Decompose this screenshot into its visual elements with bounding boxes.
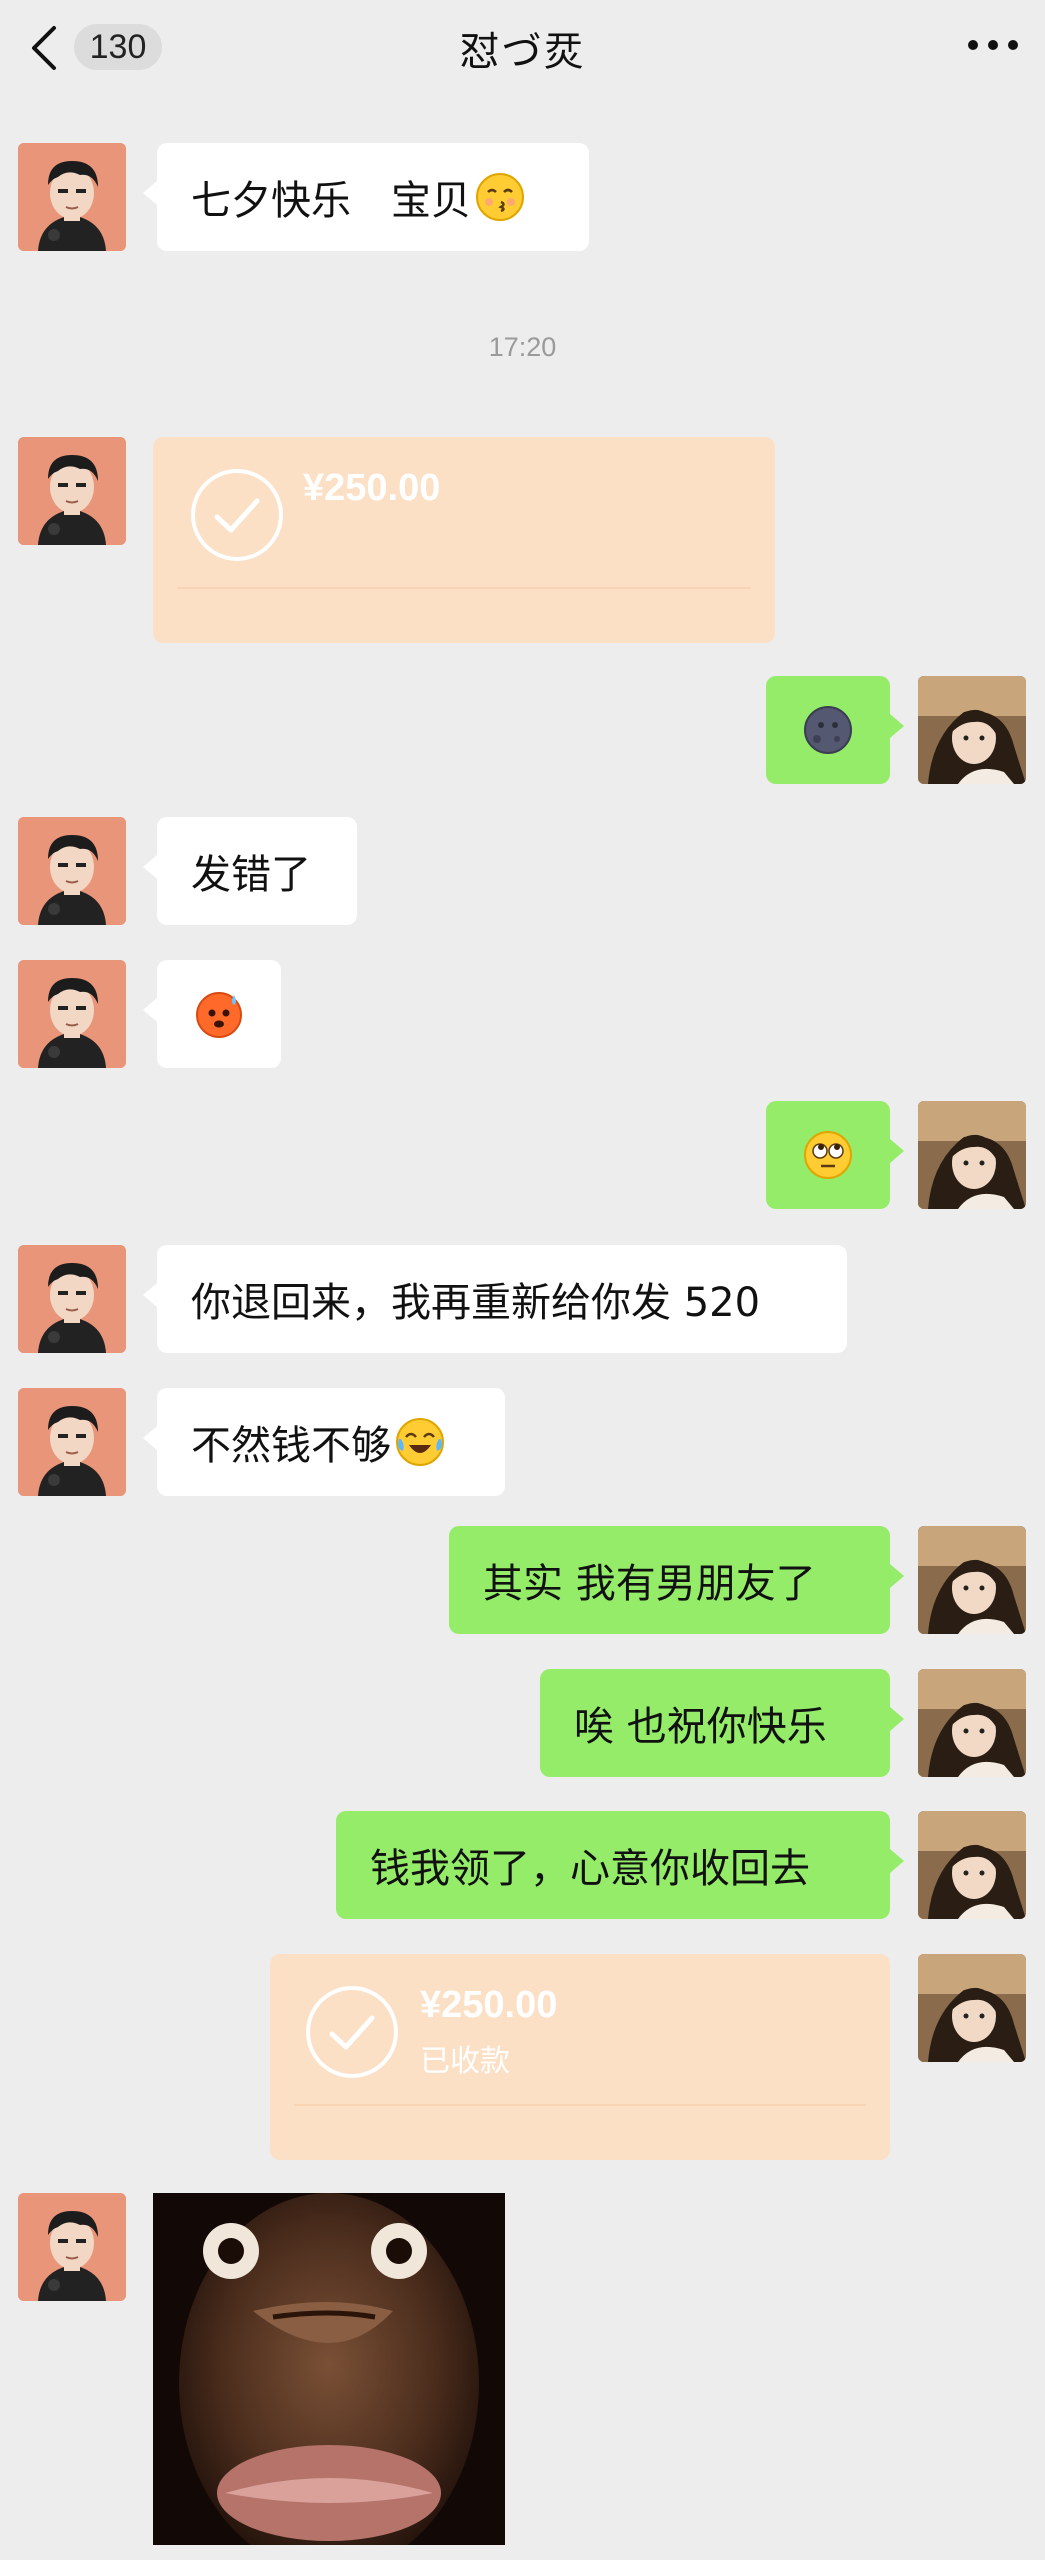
avatar-sender[interactable] xyxy=(18,1388,126,1496)
transfer-divider xyxy=(177,587,751,589)
angry-sweat-face-emoji xyxy=(196,992,242,1038)
transfer-amount: ¥250.00 xyxy=(420,1984,558,2026)
message-bubble[interactable]: 七夕快乐 宝贝 xyxy=(143,143,589,251)
message-text: 不然钱不够 xyxy=(191,1423,391,1469)
avatar-self[interactable] xyxy=(918,1669,1026,1777)
message-bubble[interactable] xyxy=(143,960,281,1068)
avatar-self[interactable] xyxy=(918,1954,1026,2062)
unread-count-badge[interactable]: 130 xyxy=(74,24,162,70)
avatar-self[interactable] xyxy=(918,1811,1026,1919)
message-text: 钱我领了，心意你收回去 xyxy=(370,1846,810,1892)
avatar-sender[interactable] xyxy=(18,960,126,1068)
message-bubble[interactable]: 你退回来，我再重新给你发 520 xyxy=(143,1245,847,1353)
message-text: 其实 我有男朋友了 xyxy=(483,1561,816,1607)
transfer-card[interactable]: ¥250.00 xyxy=(153,437,775,643)
message-text: 七夕快乐 宝贝 xyxy=(191,178,471,224)
check-circle-icon xyxy=(306,1986,398,2078)
check-circle-icon xyxy=(191,469,283,561)
avatar-sender[interactable] xyxy=(18,143,126,251)
avatar-self[interactable] xyxy=(918,1526,1026,1634)
message-text: 唉 也祝你快乐 xyxy=(574,1704,827,1750)
avatar-sender[interactable] xyxy=(18,437,126,545)
transfer-amount: ¥250.00 xyxy=(303,467,441,509)
timestamp: 17:20 xyxy=(488,332,557,362)
message-bubble[interactable]: 不然钱不够 xyxy=(143,1388,505,1496)
new-moon-face-emoji xyxy=(804,706,852,754)
staring-monkey-sticker[interactable] xyxy=(153,2193,505,2545)
message-text: 你退回来，我再重新给你发 520 xyxy=(191,1280,761,1326)
kissing-face-emoji xyxy=(476,173,524,221)
message-bubble[interactable]: 其实 我有男朋友了 xyxy=(449,1526,904,1634)
message-bubble[interactable] xyxy=(766,1101,904,1209)
message-bubble[interactable]: 钱我领了，心意你收回去 xyxy=(336,1811,904,1919)
transfer-divider xyxy=(294,2104,866,2106)
chevron-left-icon[interactable] xyxy=(26,22,62,74)
avatar-self[interactable] xyxy=(918,1101,1026,1209)
chat-header: 130 怼づ烎 xyxy=(0,0,1045,96)
ellipsis-icon[interactable] xyxy=(963,30,1023,60)
avatar-sender[interactable] xyxy=(18,1245,126,1353)
message-text: 发错了 xyxy=(191,852,311,898)
message-bubble[interactable] xyxy=(766,676,904,784)
transfer-card[interactable]: ¥250.00 已收款 xyxy=(270,1954,890,2160)
crying-laughing-emoji xyxy=(396,1418,444,1466)
rolling-eyes-emoji xyxy=(804,1131,852,1179)
avatar-sender[interactable] xyxy=(18,2193,126,2301)
message-bubble[interactable]: 发错了 xyxy=(143,817,357,925)
chat-title: 怼づ烎 xyxy=(459,29,586,75)
avatar-self[interactable] xyxy=(918,676,1026,784)
transfer-status: 已收款 xyxy=(420,2044,510,2079)
message-bubble[interactable]: 唉 也祝你快乐 xyxy=(540,1669,904,1777)
avatar-sender[interactable] xyxy=(18,817,126,925)
